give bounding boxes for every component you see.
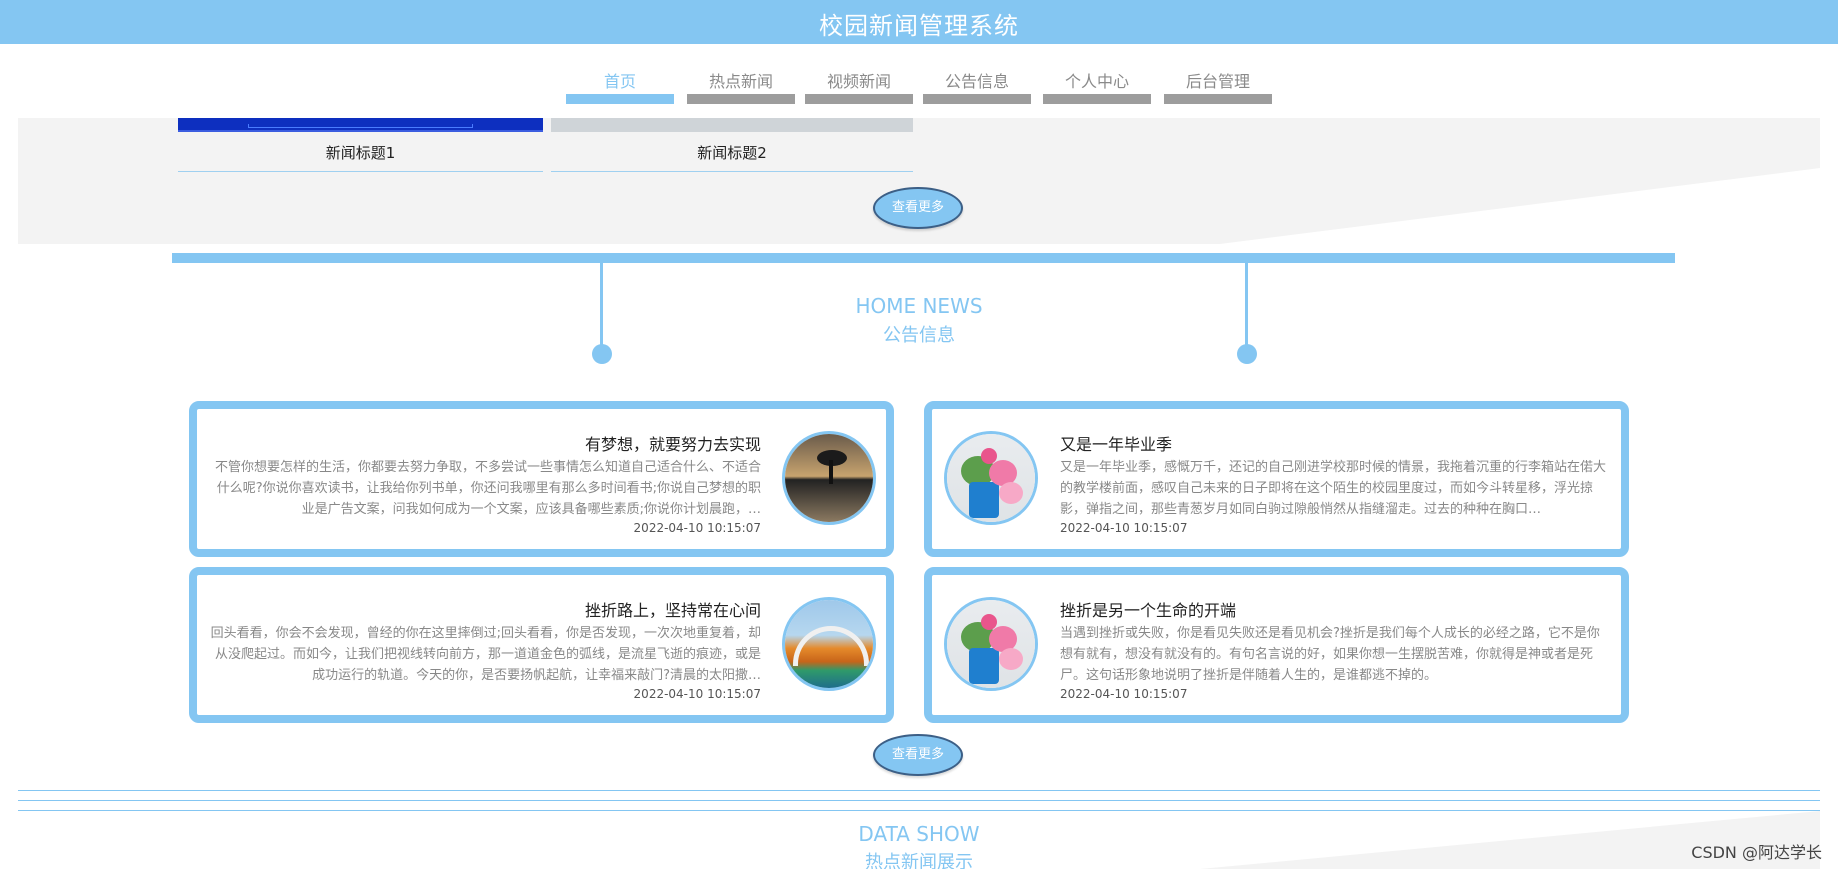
notice-card[interactable]: 有梦想，就要努力去实现 不管你想要怎样的生活，你都要去努力争取，不多尝试一些事情…: [189, 401, 894, 557]
news-divider: [178, 171, 543, 172]
nav-item-underline: [566, 94, 674, 104]
news-divider: [551, 171, 913, 172]
section-hanger-dot: [1237, 344, 1257, 364]
notice-card-title[interactable]: 挫折是另一个生命的开端: [1060, 597, 1236, 621]
notice-card[interactable]: 挫折是另一个生命的开端 当遇到挫折或失败，你是看见失败还是看见机会?挫折是我们每…: [924, 567, 1629, 723]
notice-heading-en: HOME NEWS: [855, 294, 983, 318]
notice-card-time: 2022-04-10 10:15:07: [1060, 521, 1188, 535]
app-header: 校园新闻管理系统: [0, 0, 1838, 44]
news-thumbnail[interactable]: [178, 118, 543, 132]
nav-item-underline: [805, 94, 913, 104]
notice-card[interactable]: 挫折路上，坚持常在心间 回头看看，你会不会发现，曾经的你在这里摔倒过;回头看看，…: [189, 567, 894, 723]
nav-item-underline: [1043, 94, 1151, 104]
nav-item-hot-news[interactable]: 热点新闻: [687, 58, 795, 108]
notice-card-time: 2022-04-10 10:15:07: [633, 521, 761, 535]
notice-card-title[interactable]: 挫折路上，坚持常在心间: [585, 597, 761, 621]
bridge-autumn-image[interactable]: [782, 597, 876, 691]
lone-tree-sunset-image[interactable]: [782, 431, 876, 525]
notice-more-button[interactable]: 查看更多: [873, 734, 963, 776]
notice-card-body: 又是一年毕业季，感慨万千，还记的自己刚进学校那时候的情景，我拖着沉重的行李箱站在…: [1060, 460, 1607, 517]
news-thumbnail[interactable]: [551, 118, 913, 132]
data-show-heading-cn: 热点新闻展示: [865, 852, 973, 869]
flower-pot-image[interactable]: [944, 597, 1038, 691]
notice-heading-cn: 公告信息: [883, 325, 955, 346]
nav-item-video-news[interactable]: 视频新闻: [805, 58, 913, 108]
nav-item-underline: [1164, 94, 1272, 104]
notice-card-body: 当遇到挫折或失败，你是看见失败还是看见机会?挫折是我们每个人成长的必经之路，它不…: [1060, 626, 1600, 683]
notice-card-title[interactable]: 有梦想，就要努力去实现: [585, 431, 761, 455]
nav-item-label: 后台管理: [1185, 72, 1250, 91]
flower-pot-image[interactable]: [944, 431, 1038, 525]
news-title[interactable]: 新闻标题1: [178, 142, 543, 163]
nav-item-label: 首页: [603, 72, 636, 91]
nav-item-label: 个人中心: [1064, 72, 1129, 91]
nav-item-notices[interactable]: 公告信息: [923, 58, 1031, 108]
notice-card-time: 2022-04-10 10:15:07: [633, 687, 761, 701]
decorative-diagonal: [1220, 168, 1820, 244]
nav-item-personal-center[interactable]: 个人中心: [1043, 58, 1151, 108]
nav-item-underline: [687, 94, 795, 104]
data-show-heading-en: DATA SHOW: [858, 822, 980, 846]
notice-card-body: 不管你想要怎样的生活，你都要去努力争取，不多尝试一些事情怎么知道自己适合什么、不…: [214, 460, 761, 517]
section-top-bar: [172, 253, 1675, 263]
nav-item-underline: [923, 94, 1031, 104]
nav-item-label: 热点新闻: [708, 72, 773, 91]
nav-item-label: 公告信息: [944, 72, 1009, 91]
notice-card[interactable]: 又是一年毕业季 又是一年毕业季，感慨万千，还记的自己刚进学校那时候的情景，我拖着…: [924, 401, 1629, 557]
news-more-button[interactable]: 查看更多: [873, 187, 963, 229]
watermark: CSDN @阿达学长: [1691, 843, 1822, 862]
nav-item-admin[interactable]: 后台管理: [1164, 58, 1272, 108]
notice-card-body: 回头看看，你会不会发现，曾经的你在这里摔倒过;回头看看，你是否发现，一次次地重复…: [210, 626, 761, 683]
nav-item-home[interactable]: 首页: [566, 58, 674, 108]
section-divider: [18, 790, 1820, 791]
notice-card-title[interactable]: 又是一年毕业季: [1060, 431, 1172, 455]
nav-item-label: 视频新闻: [826, 72, 891, 91]
news-title[interactable]: 新闻标题2: [551, 142, 913, 163]
notice-card-time: 2022-04-10 10:15:07: [1060, 687, 1188, 701]
app-title: 校园新闻管理系统: [819, 12, 1019, 40]
section-hanger-dot: [592, 344, 612, 364]
section-divider: [18, 800, 1820, 801]
